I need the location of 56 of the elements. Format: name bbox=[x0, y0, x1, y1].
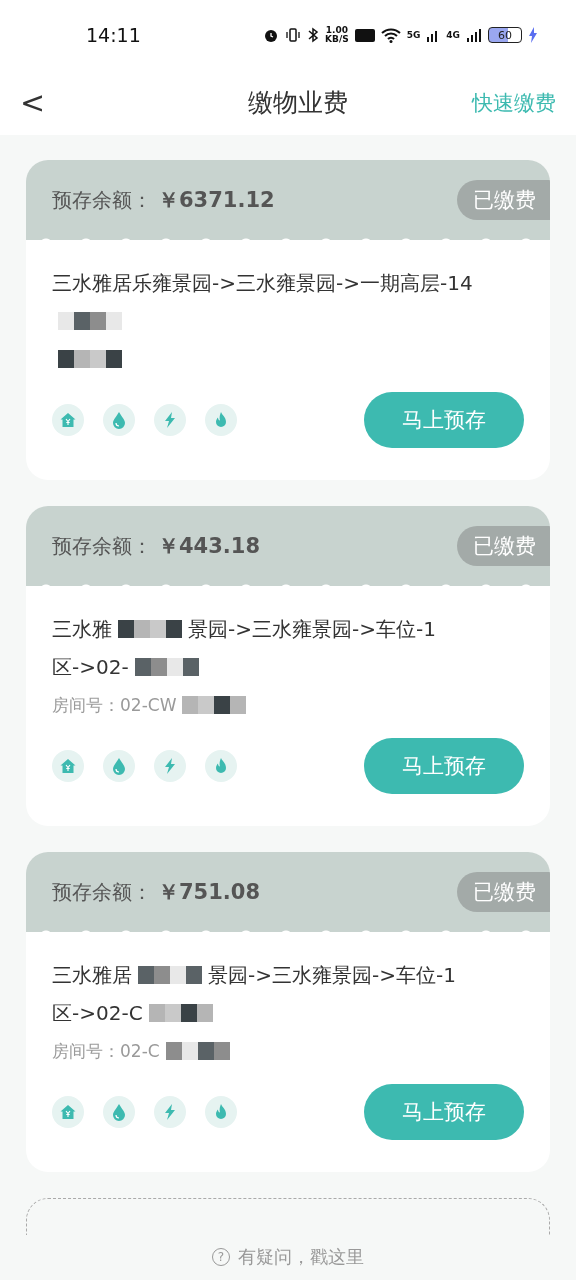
bluetooth-icon bbox=[307, 27, 320, 43]
water-drop-icon bbox=[103, 1096, 135, 1128]
balance-amount: ￥443.18 bbox=[158, 533, 261, 560]
house-yuan-icon bbox=[52, 750, 84, 782]
address-text: 区->02- bbox=[52, 653, 129, 681]
redaction-mosaic bbox=[148, 1004, 213, 1022]
house-yuan-icon bbox=[52, 1096, 84, 1128]
prepay-button[interactable]: 马上预存 bbox=[364, 392, 524, 448]
flame-icon bbox=[205, 750, 237, 782]
redaction-mosaic bbox=[165, 1042, 230, 1060]
signal-icon bbox=[466, 28, 482, 42]
room-number: 房间号：02-C bbox=[52, 1039, 160, 1063]
charging-icon bbox=[528, 27, 538, 43]
page-title: 缴物业费 bbox=[246, 87, 349, 119]
room-number: 房间号：02-CW bbox=[52, 693, 177, 717]
redaction-mosaic bbox=[58, 312, 122, 330]
water-drop-icon bbox=[103, 404, 135, 436]
network-speed: 1.00 KB/S bbox=[325, 26, 349, 44]
balance-label: 预存余额： bbox=[52, 878, 152, 906]
address-text: 区->02-C bbox=[52, 999, 143, 1027]
status-badge: 已缴费 bbox=[457, 526, 550, 566]
lightning-icon bbox=[154, 404, 186, 436]
status-badge: 已缴费 bbox=[457, 872, 550, 912]
balance-amount: ￥751.08 bbox=[158, 879, 261, 906]
status-time: 14:11 bbox=[86, 24, 142, 46]
flame-icon bbox=[205, 1096, 237, 1128]
help-link[interactable]: 有疑问，戳这里 bbox=[238, 1245, 364, 1269]
flame-icon bbox=[205, 404, 237, 436]
balance-label: 预存余额： bbox=[52, 186, 152, 214]
address-text: 三水雅居 bbox=[52, 961, 132, 989]
address-text: 三水雅 bbox=[52, 615, 112, 643]
vibrate-icon bbox=[285, 27, 302, 43]
water-drop-icon bbox=[103, 750, 135, 782]
redaction-mosaic bbox=[118, 620, 182, 638]
redaction-mosaic bbox=[182, 696, 247, 714]
house-yuan-icon bbox=[52, 404, 84, 436]
network-type: 5G bbox=[406, 30, 421, 40]
address-text: 景园->三水雍景园->车位-1 bbox=[208, 961, 456, 989]
alarm-icon bbox=[263, 27, 280, 43]
address-text: 三水雅居乐雍景园->三水雍景园->一期高层-14 bbox=[52, 269, 473, 297]
network-type: 4G bbox=[446, 30, 460, 40]
status-badge: 已缴费 bbox=[457, 180, 550, 220]
back-button[interactable]: < bbox=[12, 85, 54, 120]
lightning-icon bbox=[154, 750, 186, 782]
redaction-mosaic bbox=[138, 966, 202, 984]
balance-amount: ￥6371.12 bbox=[158, 187, 275, 214]
address-text: 景园->三水雍景园->车位-1 bbox=[188, 615, 436, 643]
prepay-button[interactable]: 马上预存 bbox=[364, 1084, 524, 1140]
quick-pay-link[interactable]: 快速缴费 bbox=[472, 88, 556, 117]
balance-label: 预存余额： bbox=[52, 532, 152, 560]
lightning-icon bbox=[154, 1096, 186, 1128]
redaction-mosaic bbox=[58, 350, 122, 368]
battery-level: 60 bbox=[488, 27, 522, 43]
prepay-button[interactable]: 马上预存 bbox=[364, 738, 524, 794]
wifi-icon bbox=[380, 27, 401, 43]
redaction-mosaic bbox=[134, 658, 199, 676]
